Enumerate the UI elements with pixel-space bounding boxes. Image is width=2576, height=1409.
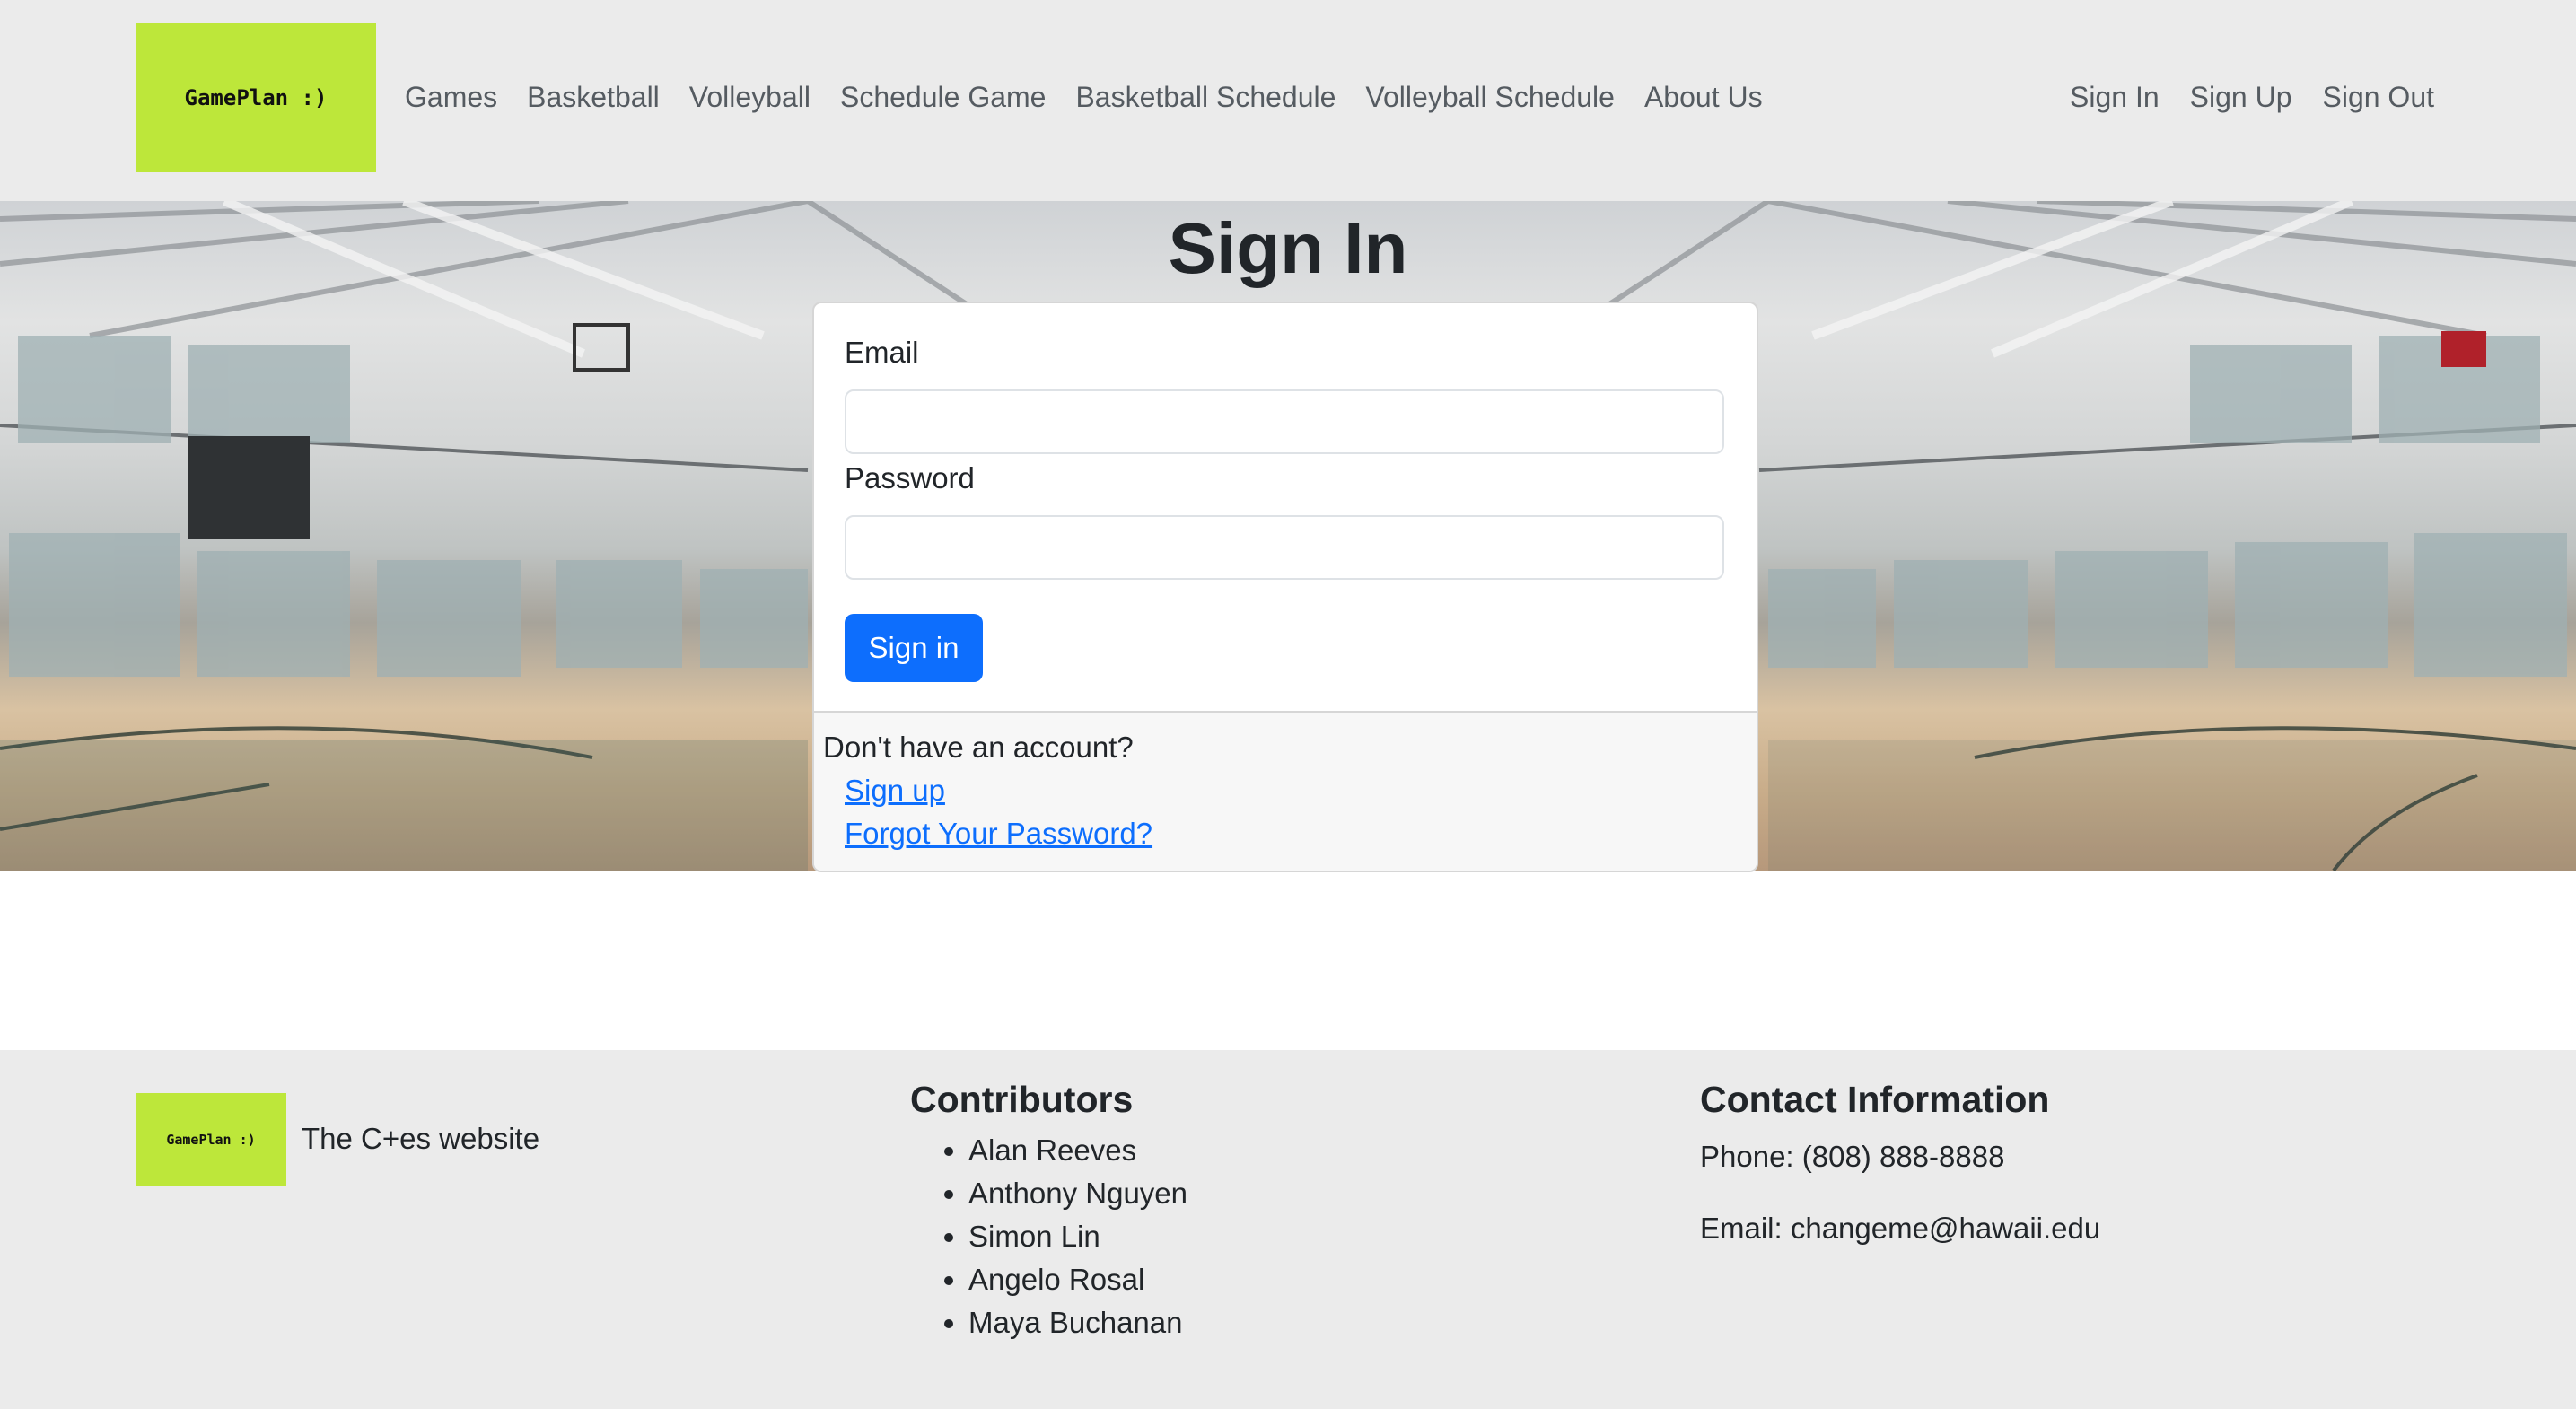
nav-auth-links: Sign In Sign Up Sign Out bbox=[2070, 72, 2434, 122]
contributor-item: Maya Buchanan bbox=[968, 1301, 1187, 1344]
contributors-heading: Contributors bbox=[910, 1079, 1134, 1120]
brand-logo[interactable]: GamePlan :) bbox=[136, 23, 376, 172]
contributor-item: Angelo Rosal bbox=[968, 1258, 1187, 1301]
forgot-password-link[interactable]: Forgot Your Password? bbox=[845, 817, 1152, 851]
no-account-prompt: Don't have an account? bbox=[823, 731, 1134, 764]
email-input[interactable] bbox=[845, 389, 1724, 454]
sign-in-button[interactable]: Sign in bbox=[845, 614, 983, 682]
contact-heading: Contact Information bbox=[1700, 1079, 2050, 1120]
sign-in-form: Email Password Sign in bbox=[814, 303, 1757, 711]
contributor-item: Simon Lin bbox=[968, 1215, 1187, 1258]
footer-tagline: The C+es website bbox=[302, 1122, 540, 1155]
nav-link-about-us[interactable]: About Us bbox=[1644, 81, 1763, 114]
nav-link-sign-in[interactable]: Sign In bbox=[2070, 81, 2160, 114]
page-title: Sign In bbox=[1168, 208, 1408, 288]
footer-logo-text: GamePlan :) bbox=[166, 1132, 256, 1148]
nav-link-volleyball[interactable]: Volleyball bbox=[689, 81, 810, 114]
nav-links: Games Basketball Volleyball Schedule Gam… bbox=[405, 72, 1763, 122]
nav-link-basketball[interactable]: Basketball bbox=[527, 81, 660, 114]
navbar: GamePlan :) Games Basketball Volleyball … bbox=[0, 0, 2576, 201]
password-label: Password bbox=[845, 461, 975, 494]
nav-link-basketball-schedule[interactable]: Basketball Schedule bbox=[1075, 81, 1336, 114]
nav-link-volleyball-schedule[interactable]: Volleyball Schedule bbox=[1365, 81, 1615, 114]
email-label: Email bbox=[845, 336, 919, 369]
contributors-list: Alan Reeves Anthony Nguyen Simon Lin Ang… bbox=[910, 1129, 1187, 1344]
scoreboard-shape bbox=[188, 436, 310, 539]
password-input[interactable] bbox=[845, 515, 1724, 580]
nav-link-schedule-game[interactable]: Schedule Game bbox=[840, 81, 1046, 114]
contributor-item: Alan Reeves bbox=[968, 1129, 1187, 1172]
site-footer: GamePlan :) The C+es website Contributor… bbox=[0, 1050, 2576, 1409]
footer-logo: GamePlan :) bbox=[136, 1093, 286, 1186]
nav-link-sign-out[interactable]: Sign Out bbox=[2322, 81, 2434, 114]
brand-logo-text: GamePlan :) bbox=[184, 85, 328, 110]
sign-in-card: Email Password Sign in Don't have an acc… bbox=[812, 302, 1758, 872]
contact-email: Email: changeme@hawaii.edu bbox=[1700, 1212, 2101, 1245]
contact-phone: Phone: (808) 888-8888 bbox=[1700, 1140, 2005, 1173]
sign-in-card-footer: Don't have an account? Sign up Forgot Yo… bbox=[814, 711, 1757, 871]
sign-up-link[interactable]: Sign up bbox=[845, 774, 945, 808]
contributor-item: Anthony Nguyen bbox=[968, 1172, 1187, 1215]
nav-link-games[interactable]: Games bbox=[405, 81, 497, 114]
nav-link-sign-up[interactable]: Sign Up bbox=[2190, 81, 2292, 114]
